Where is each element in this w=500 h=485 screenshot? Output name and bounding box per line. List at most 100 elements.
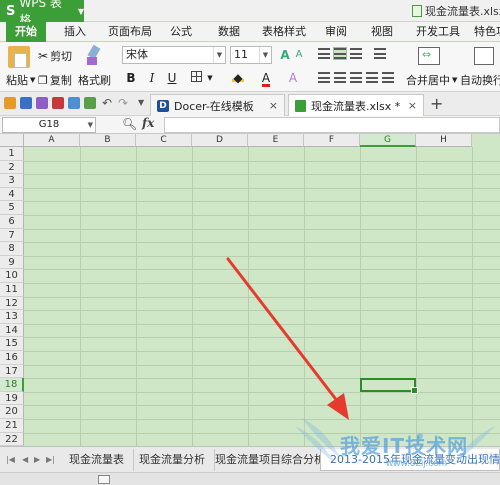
- next-sheet-icon[interactable]: ▶: [34, 455, 40, 464]
- last-sheet-icon[interactable]: ▶|: [46, 455, 55, 464]
- merge-center-button[interactable]: [418, 47, 440, 65]
- select-all-corner[interactable]: [0, 134, 24, 147]
- formula-input[interactable]: [164, 117, 500, 133]
- row-header-20[interactable]: 20: [0, 405, 24, 419]
- customize-toolbar-icon[interactable]: ▼: [138, 98, 144, 107]
- row-header-7[interactable]: 7: [0, 228, 24, 243]
- copy-button[interactable]: ❐ 复制: [38, 72, 72, 88]
- print-preview-icon[interactable]: [52, 97, 64, 109]
- row-header-21[interactable]: 21: [0, 419, 24, 433]
- row-header-15[interactable]: 15: [0, 337, 24, 351]
- align-right-icon[interactable]: [350, 72, 362, 83]
- bold-button[interactable]: B: [124, 70, 138, 86]
- row-header-18[interactable]: 18: [0, 378, 24, 392]
- font-name-select[interactable]: 宋体 ▼: [122, 46, 226, 64]
- row-header-17[interactable]: 17: [0, 364, 24, 379]
- selected-cell[interactable]: [360, 378, 418, 394]
- spreadsheet-grid[interactable]: A B C D E F G H 1 2 3 4 5 6 7 8 9 10 11 12 13 14 15 16 17 18 19 20 2…: [0, 134, 500, 446]
- underline-button[interactable]: U: [165, 70, 179, 86]
- chevron-down-icon[interactable]: ▼: [206, 70, 214, 86]
- italic-button[interactable]: I: [145, 70, 159, 86]
- doc-tab-docer[interactable]: D Docer-在线模板 ×: [150, 94, 285, 116]
- font-color-button[interactable]: A: [258, 70, 274, 87]
- row-header-11[interactable]: 11: [0, 283, 24, 297]
- tab-special[interactable]: 特色功: [474, 22, 500, 42]
- tab-home[interactable]: 开始: [6, 22, 46, 42]
- format-painter-label-button[interactable]: 格式刷: [78, 72, 111, 88]
- align-top-icon[interactable]: [318, 48, 330, 59]
- tab-review[interactable]: 审阅: [325, 22, 347, 42]
- sheet-tab-active[interactable]: 2013-2015年现金流量变动出现情况: [320, 449, 500, 471]
- column-header-e[interactable]: E: [248, 134, 304, 147]
- sheet-layout-icon[interactable]: [98, 475, 110, 484]
- tab-insert[interactable]: 插入: [64, 22, 86, 42]
- column-header-g[interactable]: G: [360, 134, 416, 147]
- close-icon[interactable]: ×: [408, 99, 417, 112]
- row-header-3[interactable]: 3: [0, 174, 24, 188]
- row-header-16[interactable]: 16: [0, 351, 24, 365]
- row-header-5[interactable]: 5: [0, 201, 24, 215]
- column-header-b[interactable]: B: [80, 134, 136, 147]
- first-sheet-icon[interactable]: |◀: [6, 455, 15, 464]
- paste-label-button[interactable]: 粘贴 ▼: [6, 72, 35, 88]
- function-icon[interactable]: fx: [142, 116, 154, 130]
- wrap-text-label-button[interactable]: 自动换行: [460, 72, 500, 88]
- paste-button[interactable]: [8, 46, 30, 68]
- decrease-font-icon[interactable]: A: [292, 47, 306, 63]
- tab-view[interactable]: 视图: [371, 22, 393, 42]
- increase-font-icon[interactable]: A: [278, 47, 292, 63]
- row-header-19[interactable]: 19: [0, 391, 24, 406]
- new-tab-plus-icon[interactable]: +: [430, 94, 443, 113]
- row-header-14[interactable]: 14: [0, 323, 24, 338]
- prev-sheet-icon[interactable]: ◀: [22, 455, 28, 464]
- zoom-search-icon[interactable]: 🔍︎: [122, 117, 137, 131]
- app-menu-button[interactable]: S WPS 表格 ▼: [0, 0, 84, 27]
- align-center-icon[interactable]: [334, 72, 346, 83]
- row-header-22[interactable]: 22: [0, 432, 24, 446]
- row-header-1[interactable]: 1: [0, 147, 24, 161]
- column-header-d[interactable]: D: [192, 134, 248, 147]
- spell-check-icon[interactable]: [84, 97, 96, 109]
- tab-developer[interactable]: 开发工具: [416, 22, 460, 42]
- row-header-10[interactable]: 10: [0, 269, 24, 283]
- row-header-12[interactable]: 12: [0, 296, 24, 311]
- doc-tab-cashflow[interactable]: 现金流量表.xlsx * ×: [288, 94, 424, 116]
- row-header-2[interactable]: 2: [0, 160, 24, 175]
- name-box[interactable]: G18 ▼: [2, 117, 96, 133]
- column-header-c[interactable]: C: [136, 134, 192, 147]
- merge-center-label-button[interactable]: 合并居中 ▼: [406, 72, 457, 88]
- column-header-a[interactable]: A: [24, 134, 80, 147]
- sheet-tab[interactable]: 现金流量表: [60, 449, 134, 471]
- borders-button[interactable]: [188, 70, 204, 86]
- align-bottom-icon[interactable]: [350, 48, 362, 59]
- export-pdf-icon[interactable]: [68, 97, 80, 109]
- save-icon[interactable]: [20, 97, 32, 109]
- sheet-tab[interactable]: 现金流量分析: [130, 449, 215, 471]
- font-size-select[interactable]: 11 ▼: [230, 46, 272, 64]
- row-header-8[interactable]: 8: [0, 242, 24, 256]
- sheet-tab[interactable]: 现金流量项目综合分析: [206, 449, 335, 471]
- close-icon[interactable]: ×: [269, 99, 278, 112]
- distribute-icon[interactable]: [382, 72, 394, 83]
- row-header-9[interactable]: 9: [0, 255, 24, 270]
- tab-page-layout[interactable]: 页面布局: [108, 22, 152, 42]
- wrap-text-button[interactable]: [474, 47, 494, 65]
- align-middle-icon[interactable]: [333, 47, 347, 60]
- undo-icon[interactable]: ↶: [102, 96, 112, 110]
- tab-formulas[interactable]: 公式: [170, 22, 192, 42]
- tab-table-style[interactable]: 表格样式: [262, 22, 306, 42]
- open-folder-icon[interactable]: [4, 97, 16, 109]
- cut-button[interactable]: ✂ 剪切: [38, 48, 72, 64]
- align-left-icon[interactable]: [318, 72, 330, 83]
- tab-data[interactable]: 数据: [218, 22, 240, 42]
- clear-format-button[interactable]: A: [284, 70, 302, 86]
- row-header-13[interactable]: 13: [0, 310, 24, 324]
- column-header-h[interactable]: H: [416, 134, 472, 147]
- justify-icon[interactable]: [366, 72, 378, 83]
- orientation-icon[interactable]: [374, 48, 386, 59]
- row-header-6[interactable]: 6: [0, 215, 24, 229]
- format-painter-button[interactable]: [84, 46, 102, 68]
- fill-color-button[interactable]: ◆: [230, 70, 246, 86]
- row-header-4[interactable]: 4: [0, 187, 24, 202]
- redo-icon[interactable]: ↷: [118, 96, 128, 110]
